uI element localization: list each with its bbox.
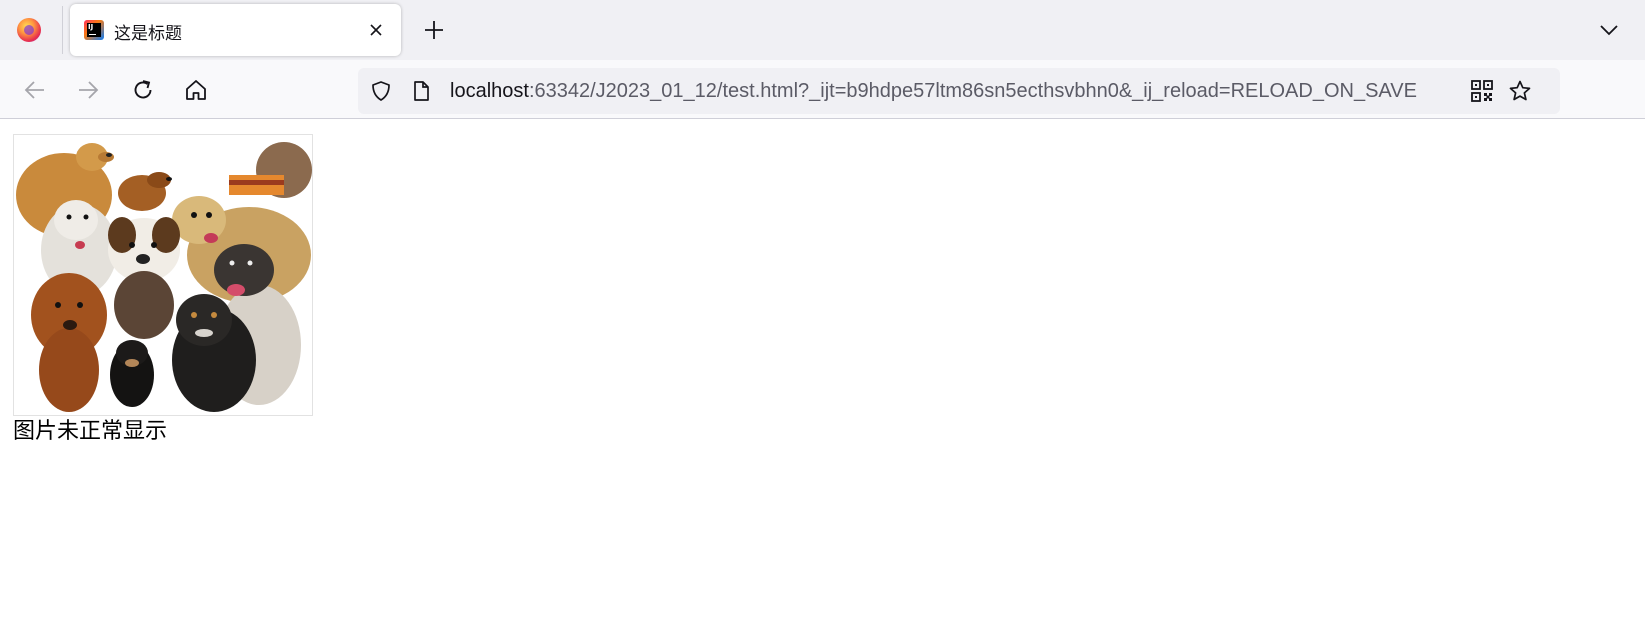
url-bar[interactable]: localhost:63342/J2023_01_12/test.html?_i…: [358, 68, 1560, 114]
tab-divider: [62, 6, 63, 54]
qr-code-icon[interactable]: [1470, 79, 1494, 103]
forward-arrow-icon: [79, 81, 99, 99]
forward-button[interactable]: [75, 77, 101, 103]
back-arrow-icon: [24, 81, 44, 99]
favicon-text: IJ: [87, 23, 101, 37]
page-info-icon[interactable]: [410, 80, 432, 102]
url-text[interactable]: localhost:63342/J2023_01_12/test.html?_i…: [450, 79, 1450, 105]
firefox-logo-icon[interactable]: [17, 18, 41, 42]
dogs-picture: [14, 135, 312, 415]
image-alt-caption: 图片未正常显示: [13, 419, 168, 444]
chevron-down-icon: [1600, 25, 1618, 36]
tab-close-button[interactable]: [365, 19, 387, 41]
tab-title: 这是标题: [114, 24, 182, 44]
tracking-protection-shield-icon[interactable]: [370, 80, 392, 102]
plus-icon: [425, 21, 443, 39]
home-button[interactable]: [183, 77, 209, 103]
tab-strip: IJ 这是标题: [0, 0, 1645, 60]
home-icon: [186, 80, 206, 100]
page-content: 图片未正常显示: [0, 119, 1645, 627]
bookmark-star-icon[interactable]: [1508, 79, 1532, 103]
close-icon: [370, 24, 382, 36]
new-tab-button[interactable]: [420, 16, 448, 44]
intellij-idea-favicon-icon: IJ: [84, 20, 104, 40]
reload-icon: [134, 80, 152, 99]
url-path: :63342/J2023_01_12/test.html?_ijt=b9hdpe…: [528, 80, 1417, 102]
dogs-image: [13, 134, 313, 416]
navigation-toolbar: localhost:63342/J2023_01_12/test.html?_i…: [0, 60, 1645, 119]
browser-window: IJ 这是标题 localhost:63342/J2023_01_12/test…: [0, 0, 1645, 627]
reload-button[interactable]: [130, 77, 156, 103]
list-all-tabs-button[interactable]: [1597, 18, 1621, 42]
active-tab[interactable]: IJ 这是标题: [70, 4, 401, 56]
back-button[interactable]: [22, 77, 48, 103]
url-host: localhost: [450, 80, 529, 102]
